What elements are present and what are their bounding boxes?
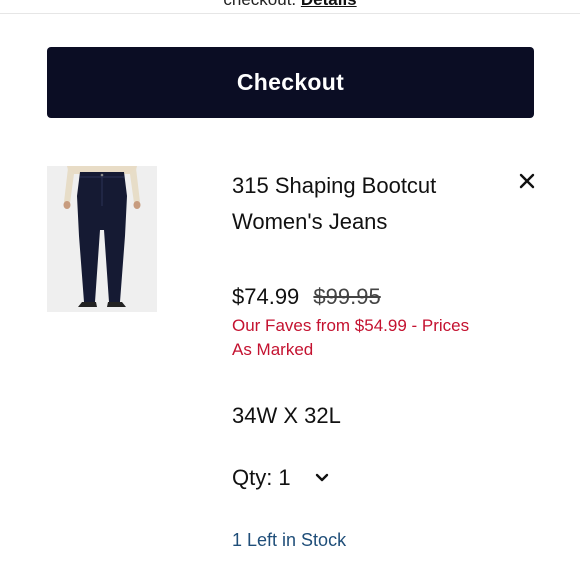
divider — [0, 13, 580, 14]
chevron-down-icon — [315, 473, 329, 483]
close-icon — [519, 173, 535, 189]
qty-label: Qty: — [232, 465, 273, 490]
product-image[interactable] — [47, 166, 157, 312]
price-row: $74.99 $99.95 — [232, 282, 381, 312]
remove-item-button[interactable] — [514, 168, 540, 194]
original-price: $99.95 — [313, 284, 381, 309]
details-link[interactable]: Details — [301, 0, 357, 9]
sale-price: $74.99 — [232, 284, 300, 309]
checkout-button[interactable]: Checkout — [47, 47, 534, 118]
checkout-notice-text: checkout. — [223, 0, 296, 9]
quantity-select[interactable]: Qty: 1 — [232, 463, 329, 493]
stock-status: 1 Left in Stock — [232, 530, 347, 550]
promo-message: Our Faves from $54.99 - Prices As Marked — [232, 316, 470, 359]
checkout-notice: checkout. Details — [0, 0, 580, 12]
size-label: 34W X 32L — [232, 403, 341, 428]
qty-value: 1 — [278, 465, 291, 490]
product-title[interactable]: 315 Shaping Bootcut Women's Jeans — [232, 168, 492, 240]
